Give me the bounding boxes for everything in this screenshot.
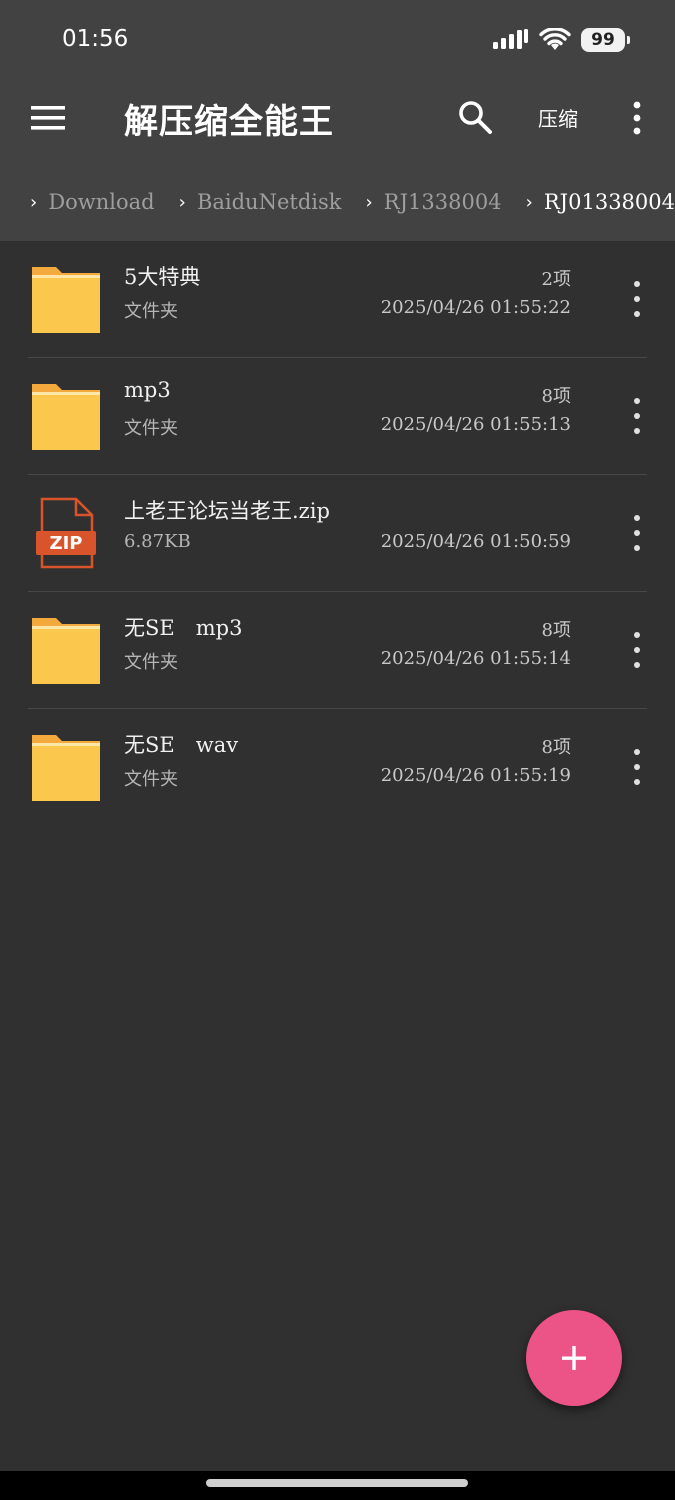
more-vert-icon[interactable] [625, 279, 649, 319]
modified-date: 2025/04/26 01:55:19 [380, 765, 571, 786]
modified-date: 2025/04/26 01:55:22 [380, 297, 571, 318]
search-button[interactable] [455, 97, 495, 137]
more-vert-icon[interactable] [625, 513, 649, 553]
folder-icon [32, 384, 100, 450]
chevron-right-icon: › [178, 191, 186, 213]
breadcrumb-item-current[interactable]: RJ01338004 [544, 190, 675, 214]
chevron-right-icon: › [365, 191, 373, 213]
file-name: mp3 [124, 378, 171, 402]
breadcrumb-item-baidunetdisk[interactable]: BaiduNetdisk [197, 190, 342, 214]
modified-date: 2025/04/26 01:55:14 [380, 648, 571, 669]
add-fab-button[interactable] [526, 1310, 622, 1406]
item-count: 8项 [541, 386, 571, 407]
zip-badge-text: ZIP [50, 533, 83, 554]
signal-icon [493, 29, 528, 49]
chevron-right-icon: › [525, 191, 533, 213]
file-name: 无SE wav [124, 733, 239, 757]
more-vert-icon[interactable] [625, 630, 649, 670]
more-vert-icon[interactable] [625, 396, 649, 436]
modified-date: 2025/04/26 01:55:13 [380, 414, 571, 435]
compress-button[interactable]: 压缩 [538, 103, 578, 132]
folder-icon [32, 618, 100, 684]
item-count: 2项 [541, 269, 571, 290]
app-header: 01:56 99 解压缩全能王 压缩 › Download › BaiduNet… [0, 0, 675, 241]
file-name: 5大特典 [124, 265, 201, 289]
file-list: 5大特典 文件夹 2项 2025/04/26 01:55:22 mp3 文件夹 … [0, 241, 675, 826]
file-type-label: 文件夹 [124, 769, 178, 790]
plus-icon [562, 1346, 586, 1370]
file-row-mp3[interactable]: mp3 文件夹 8项 2025/04/26 01:55:13 [0, 358, 675, 475]
app-title: 解压缩全能王 [124, 102, 334, 142]
battery-indicator: 99 [581, 28, 630, 52]
home-indicator[interactable] [206, 1479, 468, 1487]
more-vert-icon[interactable] [625, 747, 649, 787]
file-row-5-special[interactable]: 5大特典 文件夹 2项 2025/04/26 01:55:22 [0, 241, 675, 358]
modified-date: 2025/04/26 01:50:59 [380, 531, 571, 552]
file-type-label: 文件夹 [124, 301, 178, 322]
folder-icon [32, 735, 100, 801]
item-count: 8项 [541, 737, 571, 758]
more-vert-icon [633, 101, 641, 135]
file-type-label: 文件夹 [124, 418, 178, 439]
breadcrumb: › Download › BaiduNetdisk › RJ1338004 › … [0, 180, 675, 224]
breadcrumb-item-rj1338004[interactable]: RJ1338004 [384, 190, 502, 214]
chevron-right-icon: › [30, 191, 38, 213]
item-count: 8项 [541, 620, 571, 641]
file-name: 无SE mp3 [124, 616, 243, 640]
file-row-nose-wav[interactable]: 无SE wav 文件夹 8项 2025/04/26 01:55:19 [0, 709, 675, 826]
status-time: 01:56 [62, 26, 129, 52]
system-nav-bar [0, 1471, 675, 1500]
status-icons: 99 [493, 28, 630, 52]
zip-file-icon: ZIP [36, 497, 96, 569]
file-row-zip[interactable]: ZIP 上老王论坛当老王.zip 6.87KB 2025/04/26 01:50… [0, 475, 675, 592]
breadcrumb-item-download[interactable]: Download [48, 190, 154, 214]
folder-icon [32, 267, 100, 333]
menu-button[interactable] [28, 98, 68, 138]
wifi-icon [539, 28, 571, 50]
file-name: 上老王论坛当老王.zip [124, 499, 330, 523]
overflow-menu-button[interactable] [622, 100, 652, 136]
file-type-label: 文件夹 [124, 652, 178, 673]
file-row-nose-mp3[interactable]: 无SE mp3 文件夹 8项 2025/04/26 01:55:14 [0, 592, 675, 709]
hamburger-icon [31, 106, 65, 130]
search-icon [459, 101, 492, 134]
file-size: 6.87KB [124, 531, 191, 552]
